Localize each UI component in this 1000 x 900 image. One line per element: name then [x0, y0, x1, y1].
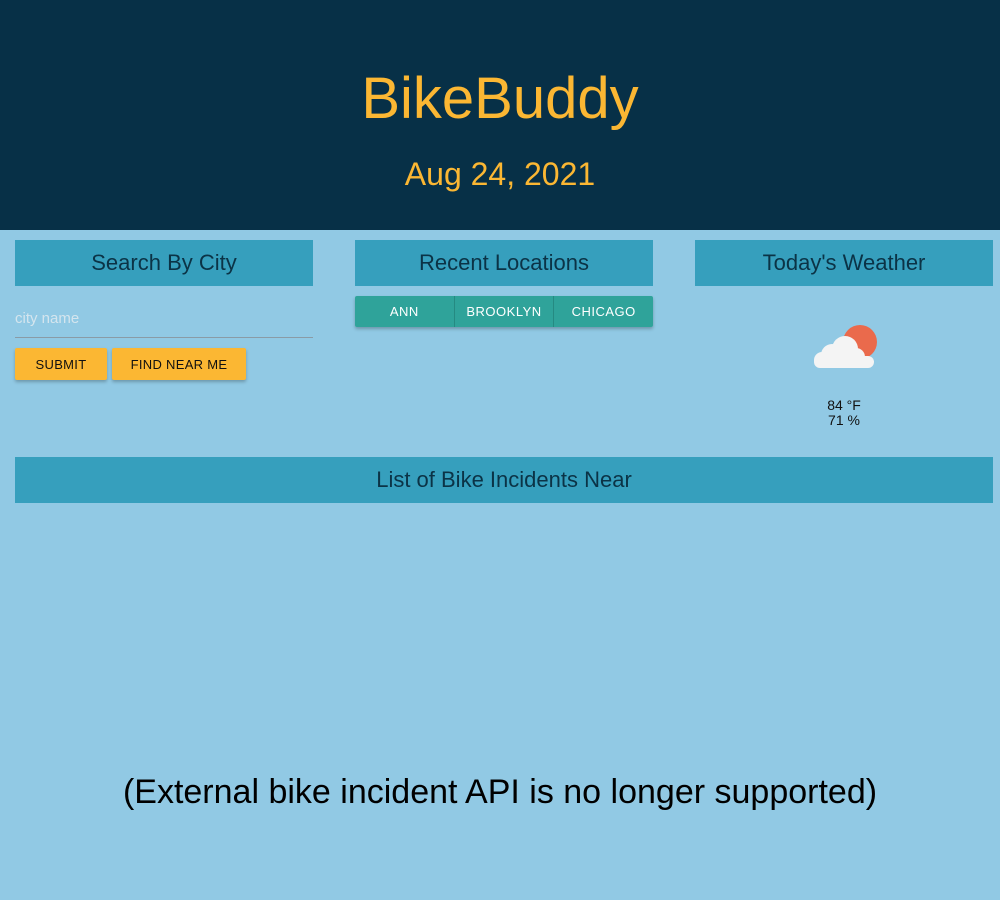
app-title: BikeBuddy: [361, 66, 639, 131]
recent-locations-heading: Recent Locations: [355, 240, 653, 286]
recent-location-brooklyn-button[interactable]: BROOKLYN: [454, 296, 555, 327]
search-by-city-heading: Search By City: [15, 240, 313, 286]
submit-button[interactable]: SUBMIT: [15, 348, 107, 380]
recent-location-chicago-button[interactable]: CHICAGO: [554, 296, 653, 327]
app-header: BikeBuddy Aug 24, 2021: [0, 0, 1000, 230]
recent-location-ann-button[interactable]: ANN: [355, 296, 455, 327]
humidity-value: 71 %: [828, 412, 860, 428]
partly-cloudy-icon: [808, 322, 880, 372]
bike-incidents-heading: List of Bike Incidents Near: [15, 457, 993, 503]
city-name-input[interactable]: [15, 300, 313, 338]
recent-locations-button-group: ANN BROOKLYN CHICAGO: [355, 296, 653, 327]
temperature-value: 84 °F: [827, 397, 861, 413]
api-unsupported-notice: (External bike incident API is no longer…: [122, 773, 878, 811]
find-near-me-button[interactable]: FIND NEAR ME: [112, 348, 246, 380]
todays-weather-heading: Today's Weather: [695, 240, 993, 286]
current-date: Aug 24, 2021: [404, 156, 596, 192]
